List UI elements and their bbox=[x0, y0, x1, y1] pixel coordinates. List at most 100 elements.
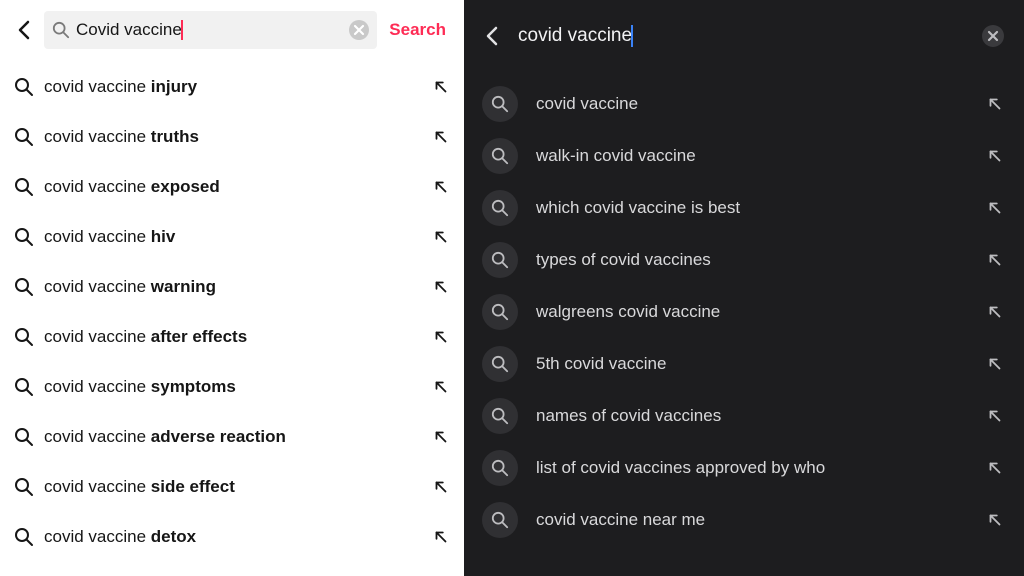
suggestion-row[interactable]: covid vaccine detox bbox=[14, 512, 450, 562]
back-button[interactable] bbox=[482, 25, 504, 47]
suggestion-row[interactable]: types of covid vaccines bbox=[482, 234, 1004, 286]
insert-suggestion-button[interactable] bbox=[432, 378, 450, 396]
suggestion-prefix: covid vaccine bbox=[44, 277, 151, 296]
search-icon bbox=[14, 377, 34, 397]
search-icon bbox=[482, 346, 518, 382]
suggestion-prefix: covid vaccine bbox=[44, 77, 151, 96]
search-input-value: Covid vaccine bbox=[76, 20, 182, 39]
search-icon bbox=[14, 177, 34, 197]
search-icon bbox=[14, 527, 34, 547]
suggestion-row[interactable]: 5th covid vaccine bbox=[482, 338, 1004, 390]
suggestion-bold: warning bbox=[151, 277, 216, 296]
insert-suggestion-button[interactable] bbox=[432, 478, 450, 496]
search-header: covid vaccine bbox=[482, 8, 1004, 64]
suggestion-row[interactable]: covid vaccine symptoms bbox=[14, 362, 450, 412]
insert-suggestion-button[interactable] bbox=[986, 459, 1004, 477]
suggestion-row[interactable]: walk-in covid vaccine bbox=[482, 130, 1004, 182]
clear-button[interactable] bbox=[982, 25, 1004, 47]
suggestion-text: covid vaccine detox bbox=[44, 527, 422, 547]
insert-suggestion-button[interactable] bbox=[432, 278, 450, 296]
suggestion-row[interactable]: covid vaccine injury bbox=[14, 62, 450, 112]
suggestion-row[interactable]: covid vaccine exposed bbox=[14, 162, 450, 212]
suggestion-row[interactable]: names of covid vaccines bbox=[482, 390, 1004, 442]
suggestion-text: covid vaccine bbox=[536, 94, 968, 114]
suggestion-text: covid vaccine exposed bbox=[44, 177, 422, 197]
insert-suggestion-button[interactable] bbox=[986, 147, 1004, 165]
suggestion-text: covid vaccine near me bbox=[536, 510, 968, 530]
arrow-up-left-icon bbox=[986, 95, 1004, 113]
suggestion-text: which covid vaccine is best bbox=[536, 198, 968, 218]
suggestion-prefix: covid vaccine bbox=[44, 377, 151, 396]
search-header: Covid vaccine Search bbox=[14, 8, 450, 52]
insert-suggestion-button[interactable] bbox=[986, 199, 1004, 217]
insert-suggestion-button[interactable] bbox=[432, 78, 450, 96]
insert-suggestion-button[interactable] bbox=[432, 428, 450, 446]
arrow-up-left-icon bbox=[432, 228, 450, 246]
suggestion-row[interactable]: covid vaccine adverse reaction bbox=[14, 412, 450, 462]
suggestion-bold: adverse reaction bbox=[151, 427, 286, 446]
suggestion-text: covid vaccine adverse reaction bbox=[44, 427, 422, 447]
search-icon bbox=[482, 242, 518, 278]
arrow-up-left-icon bbox=[432, 428, 450, 446]
insert-suggestion-button[interactable] bbox=[432, 128, 450, 146]
suggestion-row[interactable]: covid vaccine side effect bbox=[14, 462, 450, 512]
dark-search-panel: covid vaccine covid vaccine walk-in covid… bbox=[464, 0, 1024, 576]
search-icon bbox=[14, 127, 34, 147]
chevron-left-icon bbox=[482, 25, 504, 47]
suggestion-row[interactable]: list of covid vaccines approved by who bbox=[482, 442, 1004, 494]
suggestion-bold: hiv bbox=[151, 227, 176, 246]
suggestion-row[interactable]: walgreens covid vaccine bbox=[482, 286, 1004, 338]
suggestion-row[interactable]: covid vaccine truths bbox=[14, 112, 450, 162]
suggestion-text: walk-in covid vaccine bbox=[536, 146, 968, 166]
arrow-up-left-icon bbox=[432, 478, 450, 496]
arrow-up-left-icon bbox=[986, 355, 1004, 373]
insert-suggestion-button[interactable] bbox=[432, 528, 450, 546]
arrow-up-left-icon bbox=[432, 378, 450, 396]
search-icon bbox=[52, 21, 70, 39]
suggestion-row[interactable]: covid vaccine hiv bbox=[14, 212, 450, 262]
suggestion-bold: detox bbox=[151, 527, 196, 546]
suggestion-text: covid vaccine truths bbox=[44, 127, 422, 147]
insert-suggestion-button[interactable] bbox=[986, 95, 1004, 113]
search-icon bbox=[14, 227, 34, 247]
insert-suggestion-button[interactable] bbox=[986, 511, 1004, 529]
suggestion-row[interactable]: which covid vaccine is best bbox=[482, 182, 1004, 234]
suggestion-row[interactable]: covid vaccine warning bbox=[14, 262, 450, 312]
suggestion-prefix: covid vaccine bbox=[44, 527, 151, 546]
insert-suggestion-button[interactable] bbox=[986, 303, 1004, 321]
search-box[interactable]: Covid vaccine bbox=[44, 11, 377, 49]
insert-suggestion-button[interactable] bbox=[986, 251, 1004, 269]
search-icon bbox=[482, 502, 518, 538]
insert-suggestion-button[interactable] bbox=[986, 407, 1004, 425]
suggestion-text: covid vaccine symptoms bbox=[44, 377, 422, 397]
suggestion-text: walgreens covid vaccine bbox=[536, 302, 968, 322]
arrow-up-left-icon bbox=[986, 459, 1004, 477]
search-input[interactable]: Covid vaccine bbox=[76, 20, 343, 41]
search-input[interactable]: covid vaccine bbox=[518, 25, 968, 47]
search-icon bbox=[482, 138, 518, 174]
insert-suggestion-button[interactable] bbox=[432, 328, 450, 346]
clear-button[interactable] bbox=[349, 20, 369, 40]
insert-suggestion-button[interactable] bbox=[432, 228, 450, 246]
suggestion-text: covid vaccine warning bbox=[44, 277, 422, 297]
suggestion-text: types of covid vaccines bbox=[536, 250, 968, 270]
suggestion-text: names of covid vaccines bbox=[536, 406, 968, 426]
arrow-up-left-icon bbox=[432, 178, 450, 196]
arrow-up-left-icon bbox=[432, 128, 450, 146]
suggestion-bold: injury bbox=[151, 77, 197, 96]
suggestion-row[interactable]: covid vaccine near me bbox=[482, 494, 1004, 546]
insert-suggestion-button[interactable] bbox=[986, 355, 1004, 373]
suggestion-row[interactable]: covid vaccine after effects bbox=[14, 312, 450, 362]
search-icon bbox=[482, 86, 518, 122]
arrow-up-left-icon bbox=[432, 278, 450, 296]
search-icon bbox=[482, 450, 518, 486]
suggestion-text: covid vaccine injury bbox=[44, 77, 422, 97]
search-button[interactable]: Search bbox=[385, 20, 450, 40]
arrow-up-left-icon bbox=[986, 199, 1004, 217]
suggestion-row[interactable]: covid vaccine bbox=[482, 78, 1004, 130]
back-button[interactable] bbox=[14, 19, 36, 41]
text-caret bbox=[181, 20, 183, 40]
suggestion-list: covid vaccine walk-in covid vaccine which … bbox=[482, 64, 1004, 546]
arrow-up-left-icon bbox=[986, 511, 1004, 529]
insert-suggestion-button[interactable] bbox=[432, 178, 450, 196]
